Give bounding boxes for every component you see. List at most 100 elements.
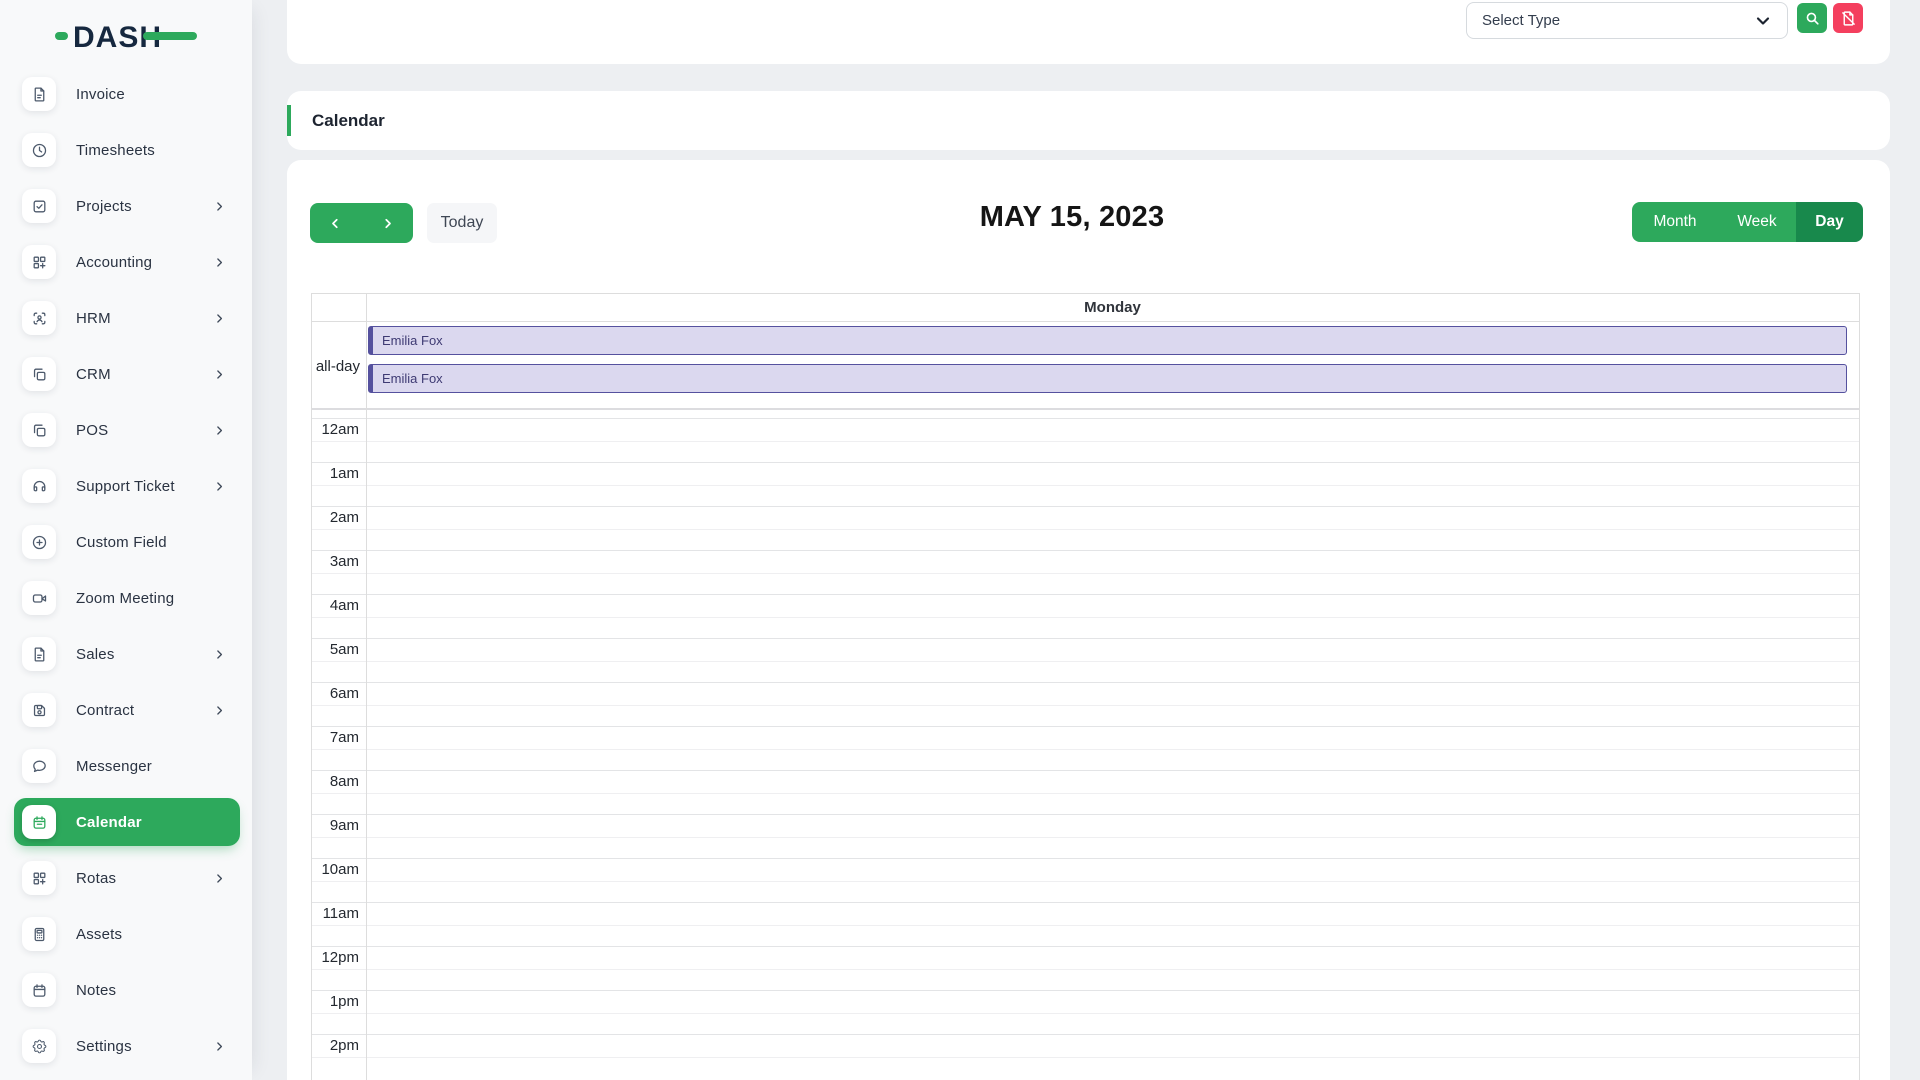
search-button[interactable] bbox=[1797, 3, 1827, 33]
view-button-day[interactable]: Day bbox=[1796, 202, 1863, 242]
hour-row-6am[interactable]: 6am bbox=[312, 682, 1859, 726]
hour-row-9am[interactable]: 9am bbox=[312, 814, 1859, 858]
calendar-icon bbox=[22, 805, 56, 839]
chevron-right-icon bbox=[213, 368, 226, 381]
chevron-right-icon bbox=[213, 1040, 226, 1053]
time-label: 7am bbox=[312, 727, 359, 749]
hour-row-2am[interactable]: 2am bbox=[312, 506, 1859, 550]
sidebar-item-calendar[interactable]: Calendar bbox=[0, 794, 252, 850]
sidebar-item-label: Sales bbox=[76, 646, 115, 663]
title-accent-bar bbox=[287, 105, 291, 136]
video-icon bbox=[22, 581, 56, 615]
copy-icon bbox=[22, 413, 56, 447]
sidebar-item-label: Calendar bbox=[76, 814, 142, 831]
sidebar-item-projects[interactable]: Projects bbox=[0, 178, 252, 234]
sidebar-item-assets[interactable]: Assets bbox=[0, 906, 252, 962]
chevron-right-icon bbox=[213, 480, 226, 493]
time-label: 2pm bbox=[312, 1035, 359, 1057]
hour-row-8am[interactable]: 8am bbox=[312, 770, 1859, 814]
sidebar-item-zoom-meeting[interactable]: Zoom Meeting bbox=[0, 570, 252, 626]
chevron-right-icon bbox=[213, 424, 226, 437]
hour-row-4am[interactable]: 4am bbox=[312, 594, 1859, 638]
select-type-dropdown[interactable]: Select Type bbox=[1466, 2, 1788, 39]
time-label: 1pm bbox=[312, 991, 359, 1013]
sidebar: DASH Invoice Timesheets Projects Accounting… bbox=[0, 0, 252, 1080]
all-day-event[interactable]: Emilia Fox bbox=[368, 326, 1847, 355]
time-grid: 12am 1am2am3am 4am5am 6am 7am 8am9am 10am11am 1… bbox=[312, 418, 1859, 1078]
time-label: 9am bbox=[312, 815, 359, 837]
time-label: 3am bbox=[312, 551, 359, 573]
grid-plus-icon bbox=[22, 245, 56, 279]
plus-circle-icon bbox=[22, 525, 56, 559]
half-hour-line bbox=[312, 881, 1859, 882]
axis-divider bbox=[366, 294, 367, 1080]
search-icon bbox=[1804, 10, 1821, 27]
time-label: 11am bbox=[312, 903, 359, 925]
sidebar-item-label: Invoice bbox=[76, 86, 125, 103]
sidebar-item-invoice[interactable]: Invoice bbox=[0, 66, 252, 122]
save-icon bbox=[22, 693, 56, 727]
hour-row-3am[interactable]: 3am bbox=[312, 550, 1859, 594]
hour-row-10am[interactable]: 10am bbox=[312, 858, 1859, 902]
dash-logo[interactable]: DASH bbox=[55, 16, 197, 56]
sidebar-item-label: Zoom Meeting bbox=[76, 590, 174, 607]
invoice-icon bbox=[22, 77, 56, 111]
hour-row-5am[interactable]: 5am bbox=[312, 638, 1859, 682]
hour-row-2pm[interactable]: 2pm bbox=[312, 1034, 1859, 1078]
half-hour-line bbox=[312, 969, 1859, 970]
file-off-icon bbox=[1840, 10, 1857, 27]
sidebar-item-label: Accounting bbox=[76, 254, 152, 271]
copy-icon bbox=[22, 357, 56, 391]
chevron-right-icon bbox=[213, 312, 226, 325]
sidebar-item-label: Custom Field bbox=[76, 534, 167, 551]
sidebar-item-label: Settings bbox=[76, 1038, 132, 1055]
sidebar-item-label: CRM bbox=[76, 366, 111, 383]
chat-icon bbox=[22, 749, 56, 783]
sidebar-item-contract[interactable]: Contract bbox=[0, 682, 252, 738]
sidebar-item-messenger[interactable]: Messenger bbox=[0, 738, 252, 794]
time-label: 5am bbox=[312, 639, 359, 661]
sidebar-item-hrm[interactable]: HRM bbox=[0, 290, 252, 346]
sidebar-item-support-ticket[interactable]: Support Ticket bbox=[0, 458, 252, 514]
hour-row-1pm[interactable]: 1pm bbox=[312, 990, 1859, 1034]
half-hour-line bbox=[312, 529, 1859, 530]
checkbox-icon bbox=[22, 189, 56, 223]
hour-row-7am[interactable]: 7am bbox=[312, 726, 1859, 770]
view-button-month[interactable]: Month bbox=[1632, 202, 1718, 242]
page-title-card: Calendar bbox=[287, 91, 1890, 150]
time-label: 6am bbox=[312, 683, 359, 705]
logo-dash bbox=[143, 32, 197, 40]
file-icon bbox=[22, 637, 56, 671]
view-button-week[interactable]: Week bbox=[1718, 202, 1796, 242]
half-hour-line bbox=[312, 749, 1859, 750]
time-label: 12am bbox=[312, 419, 359, 441]
sidebar-item-label: Timesheets bbox=[76, 142, 155, 159]
day-header-label: Monday bbox=[366, 299, 1859, 316]
view-switcher: MonthWeekDay bbox=[1632, 202, 1863, 242]
sidebar-item-timesheets[interactable]: Timesheets bbox=[0, 122, 252, 178]
chevron-right-icon bbox=[213, 648, 226, 661]
chevron-right-icon bbox=[213, 872, 226, 885]
hour-row-12am[interactable]: 12am bbox=[312, 418, 1859, 462]
sidebar-item-pos[interactable]: POS bbox=[0, 402, 252, 458]
hour-row-11am[interactable]: 11am bbox=[312, 902, 1859, 946]
sidebar-item-sales[interactable]: Sales bbox=[0, 626, 252, 682]
sidebar-item-settings[interactable]: Settings bbox=[0, 1018, 252, 1074]
hour-row-1am[interactable]: 1am bbox=[312, 462, 1859, 506]
sidebar-item-custom-field[interactable]: Custom Field bbox=[0, 514, 252, 570]
sidebar-item-rotas[interactable]: Rotas bbox=[0, 850, 252, 906]
sidebar-item-label: Contract bbox=[76, 702, 134, 719]
sidebar-item-accounting[interactable]: Accounting bbox=[0, 234, 252, 290]
hour-row-12pm[interactable]: 12pm bbox=[312, 946, 1859, 990]
half-hour-line bbox=[312, 925, 1859, 926]
half-hour-line bbox=[312, 793, 1859, 794]
all-day-event[interactable]: Emilia Fox bbox=[368, 364, 1847, 393]
sidebar-item-notes[interactable]: Notes bbox=[0, 962, 252, 1018]
clock-icon bbox=[22, 133, 56, 167]
sidebar-item-label: Notes bbox=[76, 982, 116, 999]
page-title: Calendar bbox=[312, 91, 385, 150]
sidebar-item-crm[interactable]: CRM bbox=[0, 346, 252, 402]
user-scan-icon bbox=[22, 301, 56, 335]
sidebar-item-label: Rotas bbox=[76, 870, 116, 887]
clear-filter-button[interactable] bbox=[1833, 3, 1863, 33]
